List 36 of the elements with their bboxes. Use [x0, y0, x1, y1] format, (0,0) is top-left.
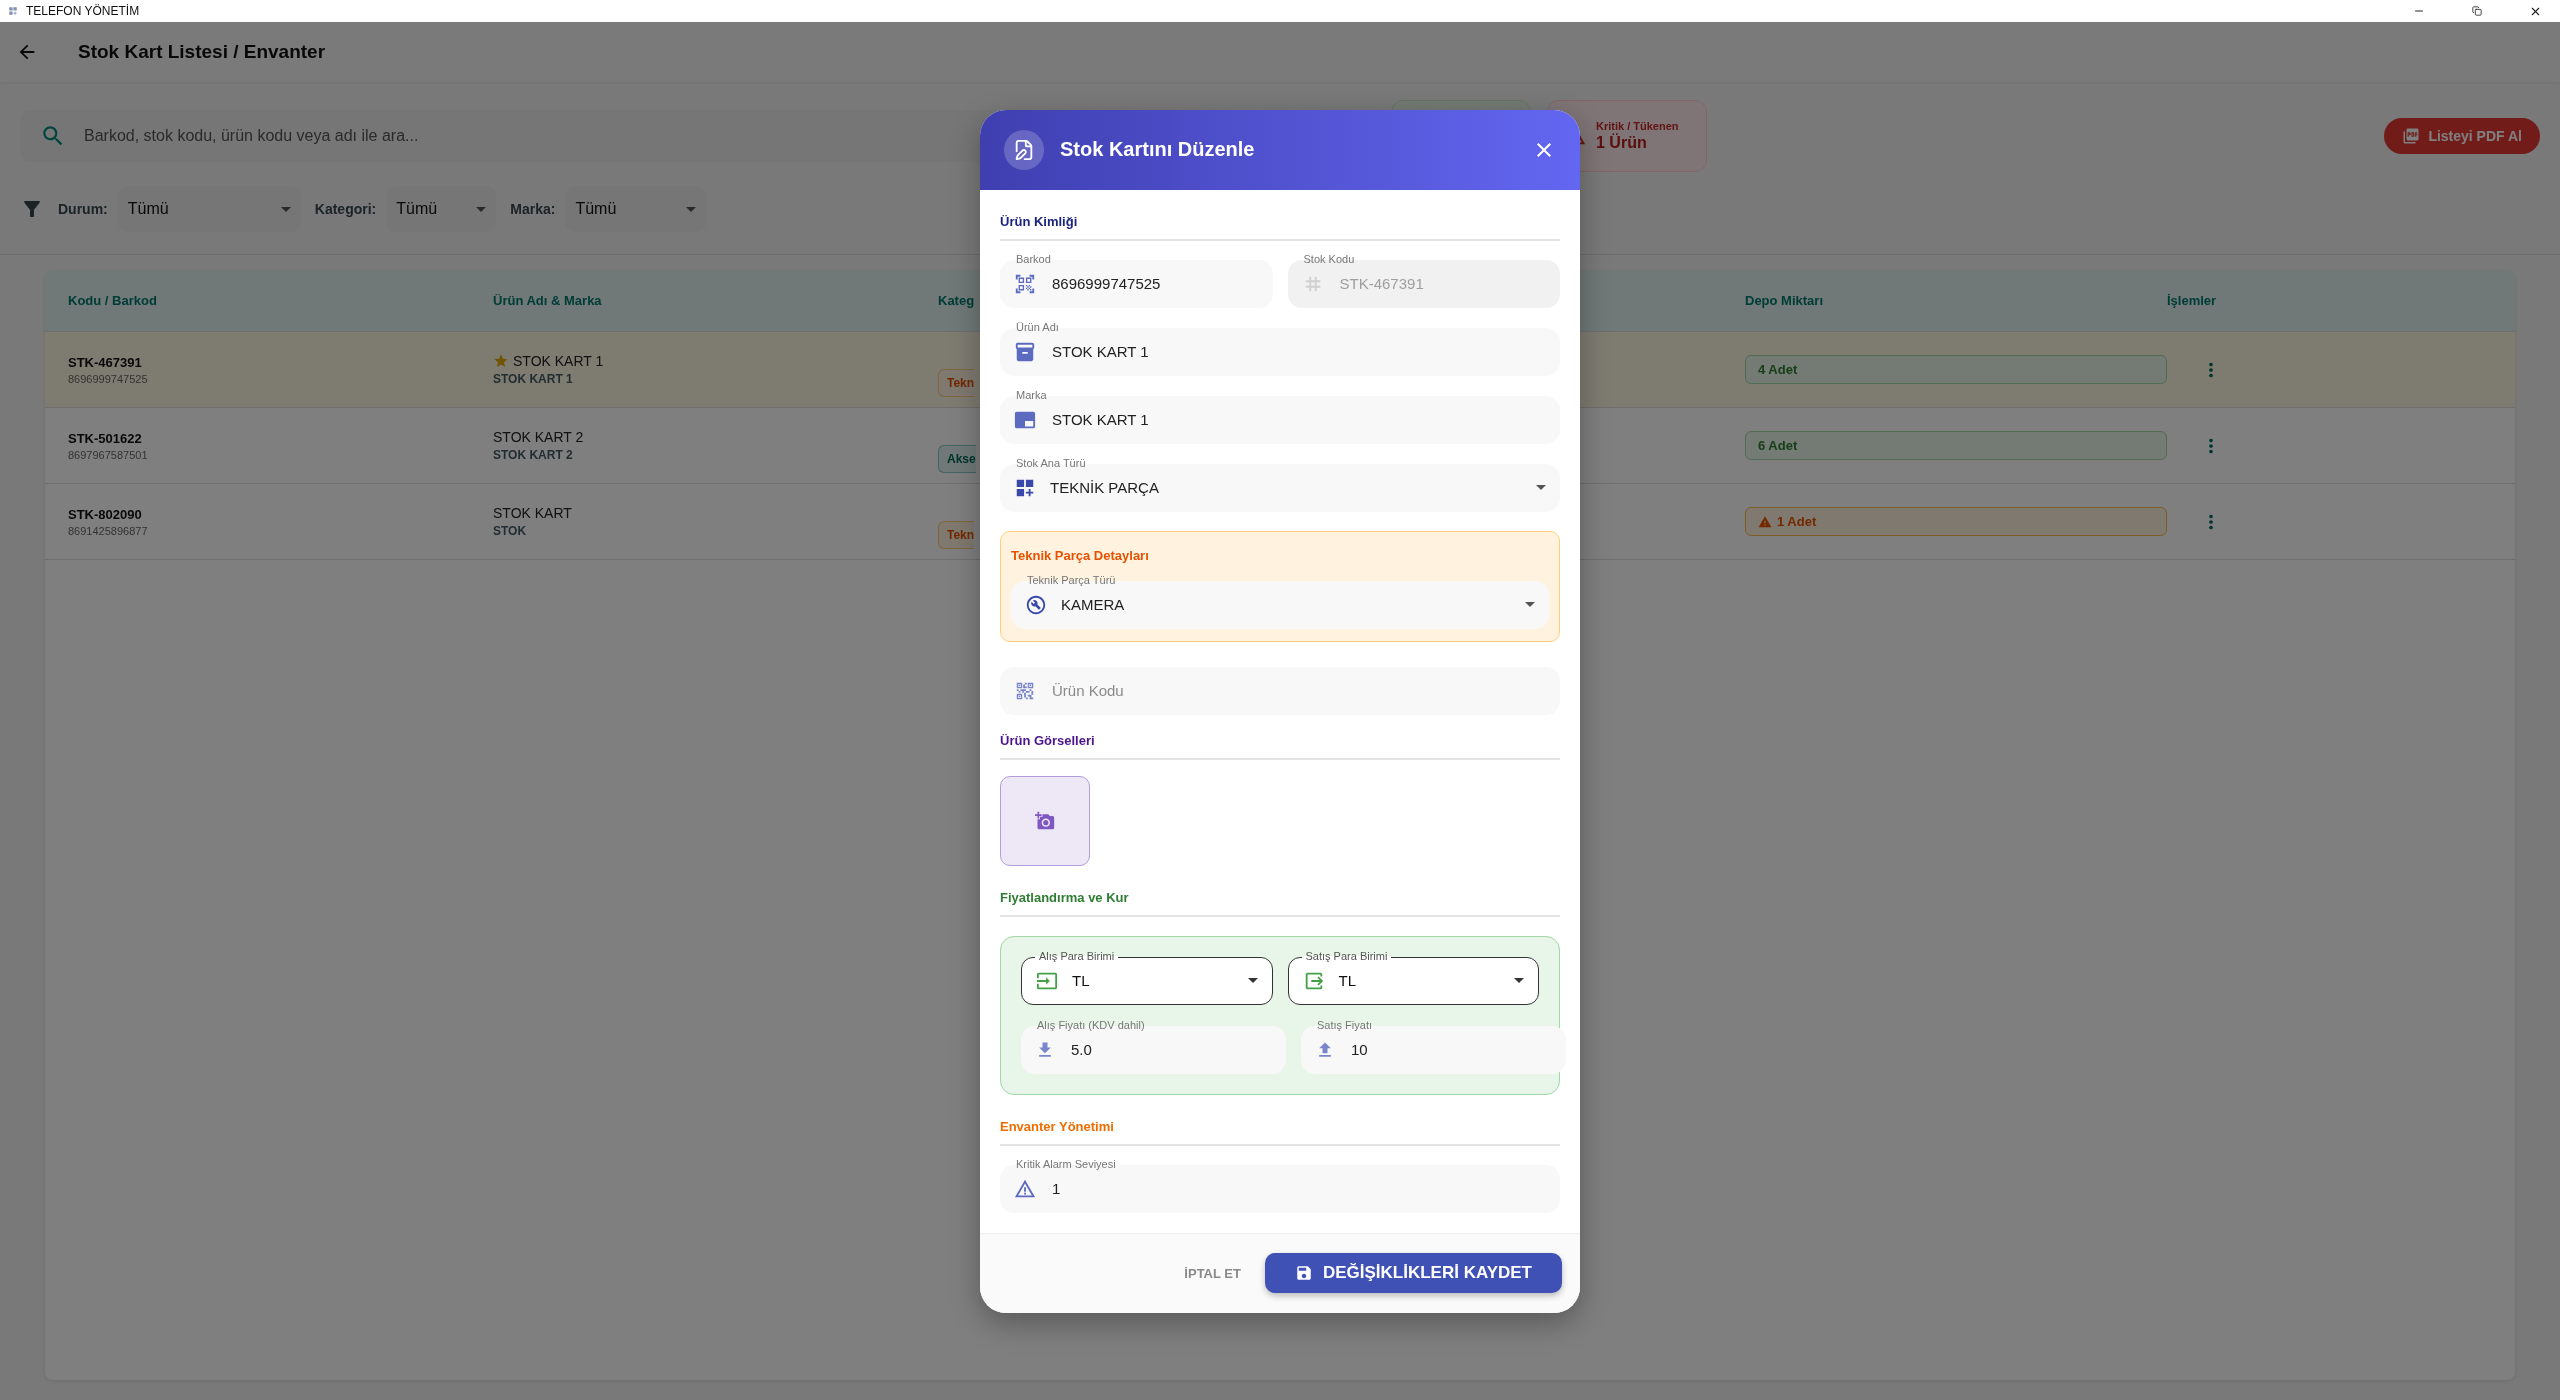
- stat-label: Kritik / Tükenen: [1596, 120, 1679, 132]
- section-title: Envanter Yönetimi: [1000, 1118, 1114, 1135]
- stock-code: STK-467391: [68, 354, 143, 370]
- product-name: STOK KART 2: [493, 429, 584, 445]
- category-tag: Tekn: [938, 368, 975, 397]
- stock-tag: 6 Adet: [1745, 431, 2167, 460]
- column-header: İşlemler: [2167, 292, 2217, 310]
- category-tag: Tekn: [938, 520, 975, 549]
- filter-label: Durum:: [58, 201, 108, 217]
- stock-tag: 1 Adet: [1745, 507, 2167, 536]
- product-name: STOK KART: [493, 505, 572, 521]
- filter-label: Kategori:: [314, 201, 377, 217]
- brand-name: STOK KART 1: [493, 372, 574, 386]
- barcode-text: 8697967587501: [68, 448, 149, 461]
- stock-tag: 4 Adet: [1745, 355, 2167, 384]
- product-name: STOK KART 1: [513, 353, 604, 369]
- window-title: TELEFON YÖNETİM: [26, 4, 141, 18]
- stat-value: 1 Ürün: [1596, 134, 1648, 152]
- category-tag: Akse: [938, 444, 976, 473]
- barcode-text: 8691425896877: [68, 524, 149, 537]
- brand-name: STOK KART 2: [493, 448, 574, 462]
- section-title: Fiyatlandırma ve Kur: [1000, 889, 1129, 906]
- barcode-text: 8696999747525: [68, 372, 149, 385]
- section-title: Ürün Görselleri: [1000, 732, 1095, 749]
- filter-label: Marka:: [510, 201, 556, 217]
- stock-code: STK-501622: [68, 430, 143, 446]
- column-header: Depo Miktarı: [1745, 292, 1823, 310]
- column-header: Kateg: [938, 292, 975, 310]
- section-title: Ürün Kimliği: [1000, 213, 1078, 230]
- page-title: Stok Kart Listesi / Envanter: [78, 41, 326, 63]
- column-header: Ürün Adı & Marka: [493, 292, 602, 310]
- stock-code: STK-802090: [68, 506, 143, 522]
- brand-name: STOK: [493, 524, 528, 538]
- section-title: Teknik Parça Detayları: [1011, 547, 1149, 563]
- dialog-title: Stok Kartını Düzenle: [1060, 138, 1256, 161]
- column-header: Kodu / Barkod: [68, 292, 157, 310]
